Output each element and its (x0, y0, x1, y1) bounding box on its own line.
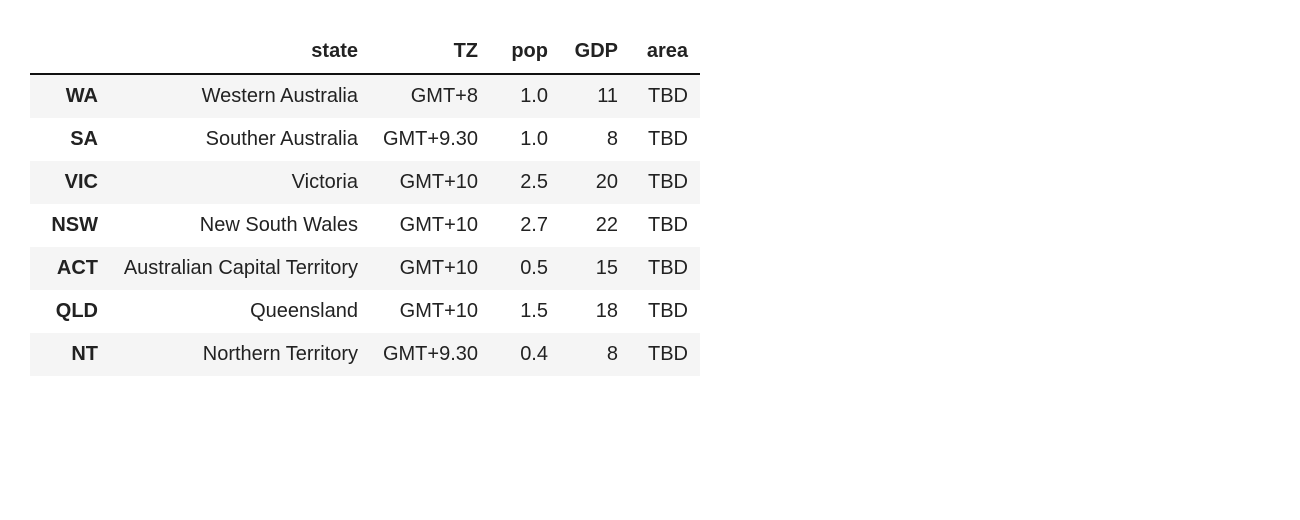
table-row: NSW New South Wales GMT+10 2.7 22 TBD (30, 204, 700, 247)
cell-area: TBD (630, 290, 700, 333)
col-tz: TZ (370, 30, 490, 74)
table-row: VIC Victoria GMT+10 2.5 20 TBD (30, 161, 700, 204)
cell-gdp: 18 (560, 290, 630, 333)
cell-state: Souther Australia (110, 118, 370, 161)
cell-state: Australian Capital Territory (110, 247, 370, 290)
table-row: SA Souther Australia GMT+9.30 1.0 8 TBD (30, 118, 700, 161)
row-label: ACT (30, 247, 110, 290)
col-gdp: GDP (560, 30, 630, 74)
cell-gdp: 20 (560, 161, 630, 204)
row-label: QLD (30, 290, 110, 333)
table-row: WA Western Australia GMT+8 1.0 11 TBD (30, 74, 700, 118)
cell-pop: 1.5 (490, 290, 560, 333)
states-table: state TZ pop GDP area WA Western Austral… (30, 30, 700, 376)
cell-gdp: 22 (560, 204, 630, 247)
cell-area: TBD (630, 333, 700, 376)
cell-tz: GMT+8 (370, 74, 490, 118)
cell-pop: 0.4 (490, 333, 560, 376)
cell-state: Queensland (110, 290, 370, 333)
cell-gdp: 8 (560, 118, 630, 161)
row-label: SA (30, 118, 110, 161)
cell-pop: 2.7 (490, 204, 560, 247)
cell-gdp: 11 (560, 74, 630, 118)
row-label: NSW (30, 204, 110, 247)
cell-area: TBD (630, 74, 700, 118)
cell-gdp: 8 (560, 333, 630, 376)
col-index (30, 30, 110, 74)
cell-pop: 2.5 (490, 161, 560, 204)
cell-pop: 0.5 (490, 247, 560, 290)
row-label: VIC (30, 161, 110, 204)
table-row: ACT Australian Capital Territory GMT+10 … (30, 247, 700, 290)
cell-area: TBD (630, 118, 700, 161)
cell-tz: GMT+9.30 (370, 118, 490, 161)
cell-area: TBD (630, 161, 700, 204)
cell-state: Northern Territory (110, 333, 370, 376)
cell-tz: GMT+10 (370, 247, 490, 290)
cell-tz: GMT+10 (370, 204, 490, 247)
cell-state: Western Australia (110, 74, 370, 118)
col-area: area (630, 30, 700, 74)
table-header-row: state TZ pop GDP area (30, 30, 700, 74)
cell-tz: GMT+9.30 (370, 333, 490, 376)
row-label: WA (30, 74, 110, 118)
cell-pop: 1.0 (490, 118, 560, 161)
cell-state: New South Wales (110, 204, 370, 247)
cell-pop: 1.0 (490, 74, 560, 118)
cell-state: Victoria (110, 161, 370, 204)
col-pop: pop (490, 30, 560, 74)
cell-area: TBD (630, 204, 700, 247)
cell-tz: GMT+10 (370, 161, 490, 204)
row-label: NT (30, 333, 110, 376)
cell-tz: GMT+10 (370, 290, 490, 333)
table-row: NT Northern Territory GMT+9.30 0.4 8 TBD (30, 333, 700, 376)
table-row: QLD Queensland GMT+10 1.5 18 TBD (30, 290, 700, 333)
cell-area: TBD (630, 247, 700, 290)
col-state: state (110, 30, 370, 74)
cell-gdp: 15 (560, 247, 630, 290)
